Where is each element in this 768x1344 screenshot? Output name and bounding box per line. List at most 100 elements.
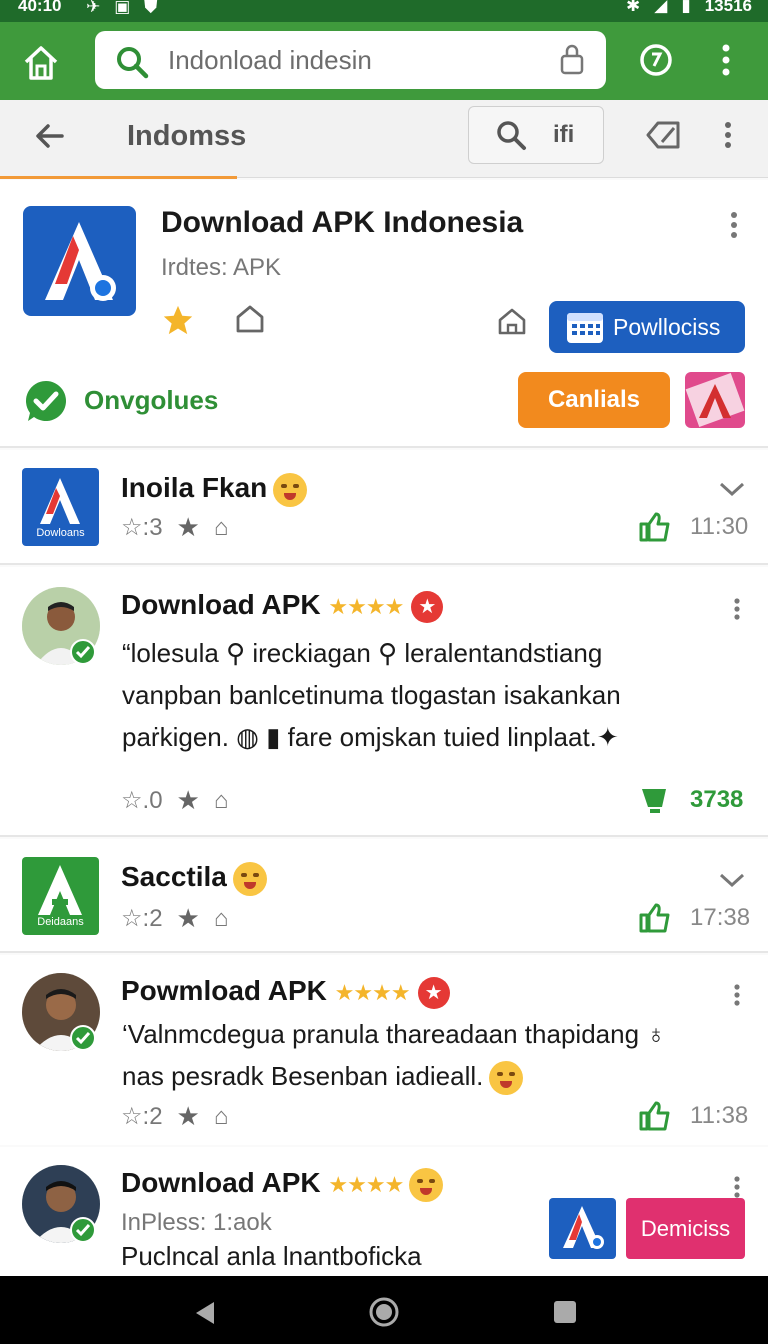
url-bar[interactable]: Indonload indesin [95, 31, 606, 89]
back-arrow-icon[interactable] [34, 120, 66, 152]
review-line: “lolesula ⚲ ireckiagan ⚲ leralentandstia… [122, 638, 603, 668]
author-name: Download APK [121, 589, 321, 620]
star-icon[interactable]: ★ [177, 512, 200, 543]
review-line: vanpban banlcetinuma tlogastan isakankan [122, 680, 621, 710]
notification-icon: ✈ [86, 0, 101, 16]
star-icon[interactable] [161, 303, 195, 337]
review-item[interactable]: Powmload APK ★★★★ ★ ‘Valnmcdegua pranula … [0, 955, 768, 1145]
toolbar-search-button[interactable]: ifi [468, 106, 604, 164]
laughing-emoji-icon [409, 1167, 444, 1202]
lock-icon[interactable] [559, 43, 585, 75]
app-tile[interactable]: Deidaans [22, 857, 99, 935]
star-icon[interactable]: ★ [177, 903, 200, 934]
primary-action-label: Powllociss [613, 313, 721, 340]
url-text[interactable]: Indonload indesin [168, 45, 372, 76]
review-line: paṙkigen. ◍ ▮ fare omjskan tuied linplaa… [122, 722, 619, 752]
like-group[interactable]: 11:30 [638, 512, 748, 542]
laughing-emoji-icon [232, 861, 267, 896]
laughing-emoji-icon [273, 472, 308, 507]
app-header-card: Download APK Indonesia Irdtes: APK Powll… [0, 180, 768, 448]
review-author: Download APK ★★★★ ★ [121, 589, 444, 623]
more-vert-icon[interactable] [728, 210, 740, 240]
vote-count: 3738 [690, 786, 744, 813]
tile-caption: Dowloans [36, 527, 85, 539]
battery-icon: ▮ [681, 0, 691, 15]
item-time: 11:30 [690, 513, 749, 540]
chevron-down-icon[interactable] [718, 871, 746, 889]
verified-check-icon [24, 379, 68, 423]
rating-outline: ☆:2 [121, 1103, 163, 1130]
verified-label: Onvgolues [84, 385, 219, 415]
item-name: Inoila Fkan [121, 472, 308, 507]
more-vert-icon[interactable] [732, 983, 742, 1007]
star-icon[interactable]: ★ [177, 785, 200, 816]
vote-group[interactable]: 3738 [640, 785, 743, 815]
nav-back-icon[interactable] [192, 1300, 218, 1326]
share-icon[interactable]: ⌂ [214, 905, 229, 933]
nav-recents-icon[interactable] [553, 1300, 577, 1324]
star-badge-icon: ★ [411, 590, 444, 623]
more-vert-icon[interactable] [732, 1175, 742, 1199]
like-group[interactable]: 11:38 [638, 1101, 748, 1131]
review-author: Powmload APK ★★★★ ★ [121, 975, 450, 1009]
message-icon: ▣ [114, 0, 131, 16]
active-tab-indicator [0, 176, 237, 179]
app-thumbnail[interactable] [549, 1198, 616, 1259]
thumbs-up-icon[interactable] [638, 1101, 672, 1131]
more-vert-icon[interactable] [717, 42, 735, 78]
review-subline: InPless: 1:aok [121, 1209, 272, 1236]
author-name: Download APK [121, 1167, 321, 1198]
promo-thumbnail[interactable] [685, 372, 745, 428]
review-line: ‘Valnmcdegua pranula thareadaan thapidan… [122, 1019, 666, 1049]
chevron-down-icon[interactable] [718, 480, 746, 498]
share-icon[interactable]: ⌂ [214, 787, 229, 815]
list-item[interactable]: Deidaans Sacctila ☆:2 ★ ⌂ 17:38 [0, 839, 768, 953]
status-bar: 40:10 ✈ ▣ ⛊ ✱ ◢ ▮ 13516 [0, 0, 768, 22]
search-icon [495, 119, 527, 151]
primary-action-button[interactable]: Powllociss [549, 301, 745, 353]
more-vert-icon[interactable] [732, 597, 742, 621]
item-meta: ☆:2 ★ ⌂ [121, 903, 228, 934]
review-item[interactable]: Download APK ★★★★ InPless: 1:aok Puclnca… [0, 1147, 768, 1276]
verified-check-icon [70, 639, 96, 665]
verified-check-icon [70, 1217, 96, 1243]
review-author: Download APK ★★★★ [121, 1167, 444, 1202]
signal-icon: ◢ [654, 0, 668, 15]
nav-home-icon[interactable] [368, 1296, 400, 1328]
app-logo[interactable] [23, 206, 136, 316]
share-icon[interactable]: ⌂ [214, 514, 229, 542]
laughing-emoji-icon [489, 1061, 524, 1096]
list-item[interactable]: Dowloans Inoila Fkan ☆:3 ★ ⌂ 11:30 [0, 450, 768, 565]
more-vert-icon[interactable] [722, 120, 734, 150]
star-icon[interactable]: ★ [177, 1101, 200, 1132]
history-icon[interactable] [638, 42, 674, 78]
page-toolbar: Indomss ifi [0, 100, 768, 179]
cancel-button[interactable]: Canlials [518, 372, 670, 428]
calendar-icon [565, 309, 605, 345]
item-meta: ☆:3 ★ ⌂ [121, 512, 228, 543]
share-icon[interactable] [234, 303, 266, 335]
item-time: 17:38 [690, 904, 751, 931]
home-icon[interactable] [20, 42, 62, 84]
system-nav-bar [0, 1276, 768, 1344]
tag-icon[interactable] [644, 118, 682, 152]
star-badge-icon: ★ [417, 976, 450, 1009]
page-title: Indomss [127, 120, 247, 152]
dismiss-button[interactable]: Demiciss [626, 1198, 745, 1259]
cup-icon[interactable] [640, 785, 672, 815]
home-outline-icon[interactable] [497, 306, 527, 336]
verified-check-icon [70, 1025, 96, 1051]
thumbs-up-icon[interactable] [638, 903, 672, 933]
status-time-right: 13516 [704, 0, 752, 15]
review-item[interactable]: Download APK ★★★★ ★ “lolesula ⚲ ireckiaga… [0, 567, 768, 837]
app-tile[interactable]: Dowloans [22, 468, 99, 546]
tile-caption: Deidaans [37, 916, 84, 928]
rating-outline: ☆:3 [121, 514, 163, 541]
thumbs-up-icon[interactable] [638, 512, 672, 542]
like-group[interactable]: 17:38 [638, 903, 750, 933]
share-icon[interactable]: ⌂ [214, 1103, 229, 1131]
review-line: nas pesradk Besenban iadieall. [122, 1055, 742, 1097]
search-icon [115, 45, 149, 79]
shield-icon: ⛊ [144, 0, 158, 16]
rating-value: 2 [149, 1103, 163, 1130]
